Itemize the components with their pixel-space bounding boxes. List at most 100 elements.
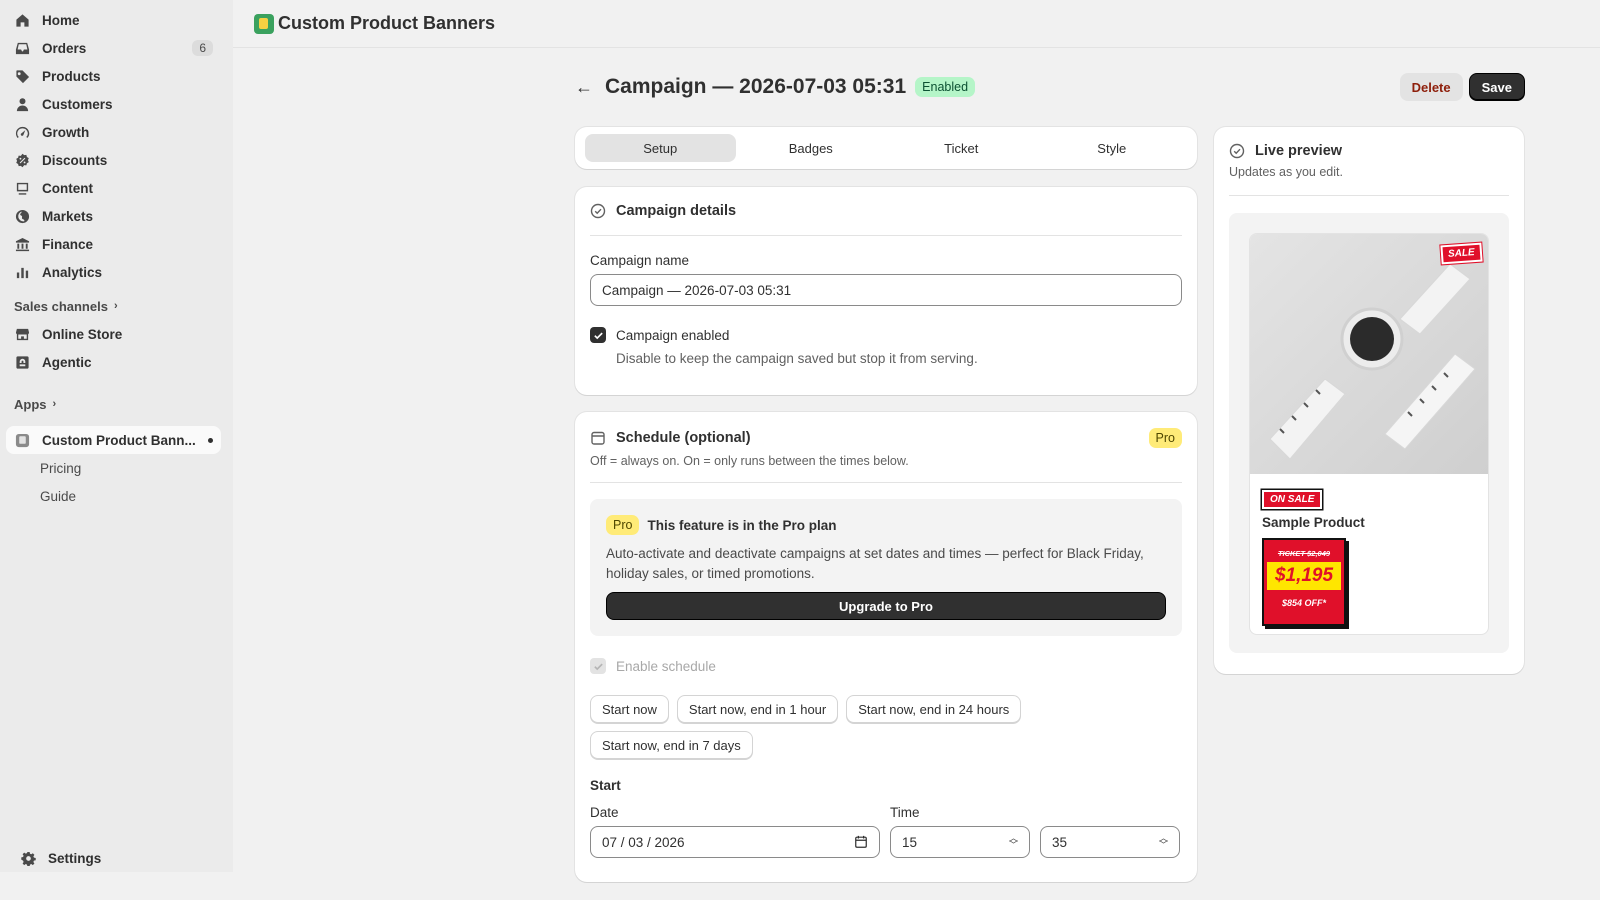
pro-upsell-title: This feature is in the Pro plan <box>647 517 837 533</box>
enable-schedule-checkbox[interactable] <box>590 658 606 674</box>
checkmark-icon <box>593 663 603 670</box>
campaign-enabled-help: Disable to keep the campaign saved but s… <box>616 351 978 366</box>
pro-upsell-text: Auto-activate and deactivate campaigns a… <box>606 546 1144 581</box>
time-label: Time <box>890 805 920 820</box>
sidebar-item-home[interactable]: Home <box>6 6 221 34</box>
sales-channels-label: Sales channels <box>14 298 108 314</box>
date-label: Date <box>590 805 619 820</box>
sales-channels-header[interactable]: Sales channels › <box>6 292 221 320</box>
app-title: Custom Product Banners <box>278 13 496 33</box>
start-hour-value: 15 <box>902 834 918 850</box>
sidebar: Home Orders 6 Products Customers Growth … <box>0 0 233 872</box>
sidebar-item-label: Finance <box>42 236 94 252</box>
tab-setup[interactable]: Setup <box>585 134 736 162</box>
tab-ticket[interactable]: Ticket <box>886 134 1037 162</box>
agentic-icon <box>14 354 30 370</box>
sidebar-item-orders[interactable]: Orders 6 <box>6 34 221 62</box>
chevron-right-icon: › <box>113 300 118 312</box>
check-circle-icon <box>1229 143 1245 159</box>
app-icon <box>14 432 30 448</box>
page-title: Campaign — 2026-07-03 05:31 <box>605 75 907 98</box>
start-hour-select[interactable]: 15 ︿ ﹀ <box>890 826 1030 858</box>
product-card-preview: SALE ON SALE Sample Product TICKET $2,04… <box>1249 233 1489 635</box>
campaign-details-header: Campaign details <box>590 203 1182 219</box>
sidebar-item-custom-product-banners[interactable]: Custom Product Bann... <box>6 426 221 454</box>
sidebar-item-label: Content <box>42 180 93 196</box>
discount-icon <box>14 152 30 168</box>
app-logo-icon <box>254 13 274 34</box>
pro-badge: Pro <box>606 515 640 535</box>
sidebar-item-settings[interactable]: Settings <box>12 844 109 872</box>
sidebar-item-content[interactable]: Content <box>6 174 221 202</box>
start-now-1-hour-button[interactable]: Start now, end in 1 hour <box>676 695 839 723</box>
inbox-icon <box>14 40 30 56</box>
globe-icon <box>14 208 30 224</box>
card-title: Campaign details <box>616 203 737 219</box>
gauge-icon <box>14 124 30 140</box>
divider <box>590 235 1182 236</box>
tag-icon <box>14 68 30 84</box>
start-minute-value: 35 <box>1052 834 1068 850</box>
start-date-input[interactable]: 07 / 03 / 2026 <box>590 826 880 858</box>
product-name: Sample Product <box>1262 515 1365 530</box>
calendar-icon[interactable] <box>854 835 868 849</box>
product-image: SALE <box>1250 234 1488 474</box>
start-date-value: 07 / 03 / 2026 <box>602 834 685 850</box>
schedule-card: Schedule (optional) Pro Off = always on.… <box>575 412 1197 882</box>
apps-label: Apps <box>14 396 47 412</box>
check-circle-icon <box>590 203 606 219</box>
live-preview-header: Live preview <box>1229 143 1509 159</box>
campaign-enabled-checkbox[interactable] <box>590 327 606 343</box>
campaign-enabled-label: Campaign enabled <box>616 327 730 343</box>
sidebar-item-label: Custom Product Bann... <box>42 432 196 448</box>
store-icon <box>14 326 30 342</box>
live-preview-card: Live preview Updates as you edit. SALE O… <box>1214 127 1524 674</box>
sidebar-item-online-store[interactable]: Online Store <box>6 320 221 348</box>
start-inputs-row: 07 / 03 / 2026 15 ︿ ﹀ 35 ︿ ﹀ <box>590 826 1182 858</box>
sidebar-item-discounts[interactable]: Discounts <box>6 146 221 174</box>
start-labels-row: Date Time <box>590 805 1182 826</box>
sidebar-item-label: Markets <box>42 208 94 224</box>
save-button[interactable]: Save <box>1468 73 1525 101</box>
sidebar-item-products[interactable]: Products <box>6 62 221 90</box>
on-sale-badge: ON SALE <box>1262 490 1323 509</box>
tab-style[interactable]: Style <box>1037 134 1188 162</box>
header-actions: Delete Save <box>1399 73 1525 101</box>
preview-stage: SALE ON SALE Sample Product TICKET $2,04… <box>1229 213 1509 653</box>
start-now-24-hours-button[interactable]: Start now, end in 24 hours <box>846 695 1022 723</box>
sidebar-item-analytics[interactable]: Analytics <box>6 258 221 286</box>
tab-badges[interactable]: Badges <box>736 134 887 162</box>
updown-chevron-icon: ︿ ﹀ <box>1008 833 1018 850</box>
status-badge: Enabled <box>915 77 976 97</box>
campaign-name-input[interactable]: Campaign — 2026-07-03 05:31 <box>590 274 1182 306</box>
card-title: Schedule (optional) <box>616 430 751 446</box>
start-now-7-days-button[interactable]: Start now, end in 7 days <box>590 731 753 759</box>
schedule-header: Schedule (optional) Pro <box>590 428 1182 448</box>
sidebar-item-label: Products <box>42 68 101 84</box>
start-now-button[interactable]: Start now <box>590 695 669 723</box>
tab-bar: Setup Badges Ticket Style <box>575 127 1197 169</box>
delete-button[interactable]: Delete <box>1399 73 1463 101</box>
sidebar-item-customers[interactable]: Customers <box>6 90 221 118</box>
sidebar-item-label: Growth <box>42 124 90 140</box>
sidebar-subitem-guide[interactable]: Guide <box>40 482 233 510</box>
calendar-icon <box>591 431 605 445</box>
enable-schedule-label: Enable schedule <box>616 658 716 674</box>
apps-header[interactable]: Apps › <box>6 390 221 418</box>
sidebar-subitem-pricing[interactable]: Pricing <box>40 454 233 482</box>
sidebar-item-finance[interactable]: Finance <box>6 230 221 258</box>
sale-tag: SALE <box>1440 242 1483 265</box>
back-arrow-icon[interactable]: ← <box>575 77 593 98</box>
sidebar-item-markets[interactable]: Markets <box>6 202 221 230</box>
sidebar-item-label: Discounts <box>42 152 108 168</box>
start-minute-select[interactable]: 35 ︿ ﹀ <box>1040 826 1180 858</box>
campaign-enabled-row: Campaign enabled <box>590 327 1182 343</box>
home-icon <box>14 12 30 28</box>
enable-schedule-row: Enable schedule <box>590 658 1182 674</box>
sidebar-item-agentic[interactable]: Agentic <box>6 348 221 376</box>
pro-upsell-box: Pro This feature is in the Pro plan Auto… <box>590 499 1182 636</box>
bank-icon <box>14 236 30 252</box>
sidebar-item-growth[interactable]: Growth <box>6 118 221 146</box>
smartwatch-image <box>1269 263 1476 460</box>
upgrade-to-pro-button[interactable]: Upgrade to Pro <box>606 592 1166 620</box>
